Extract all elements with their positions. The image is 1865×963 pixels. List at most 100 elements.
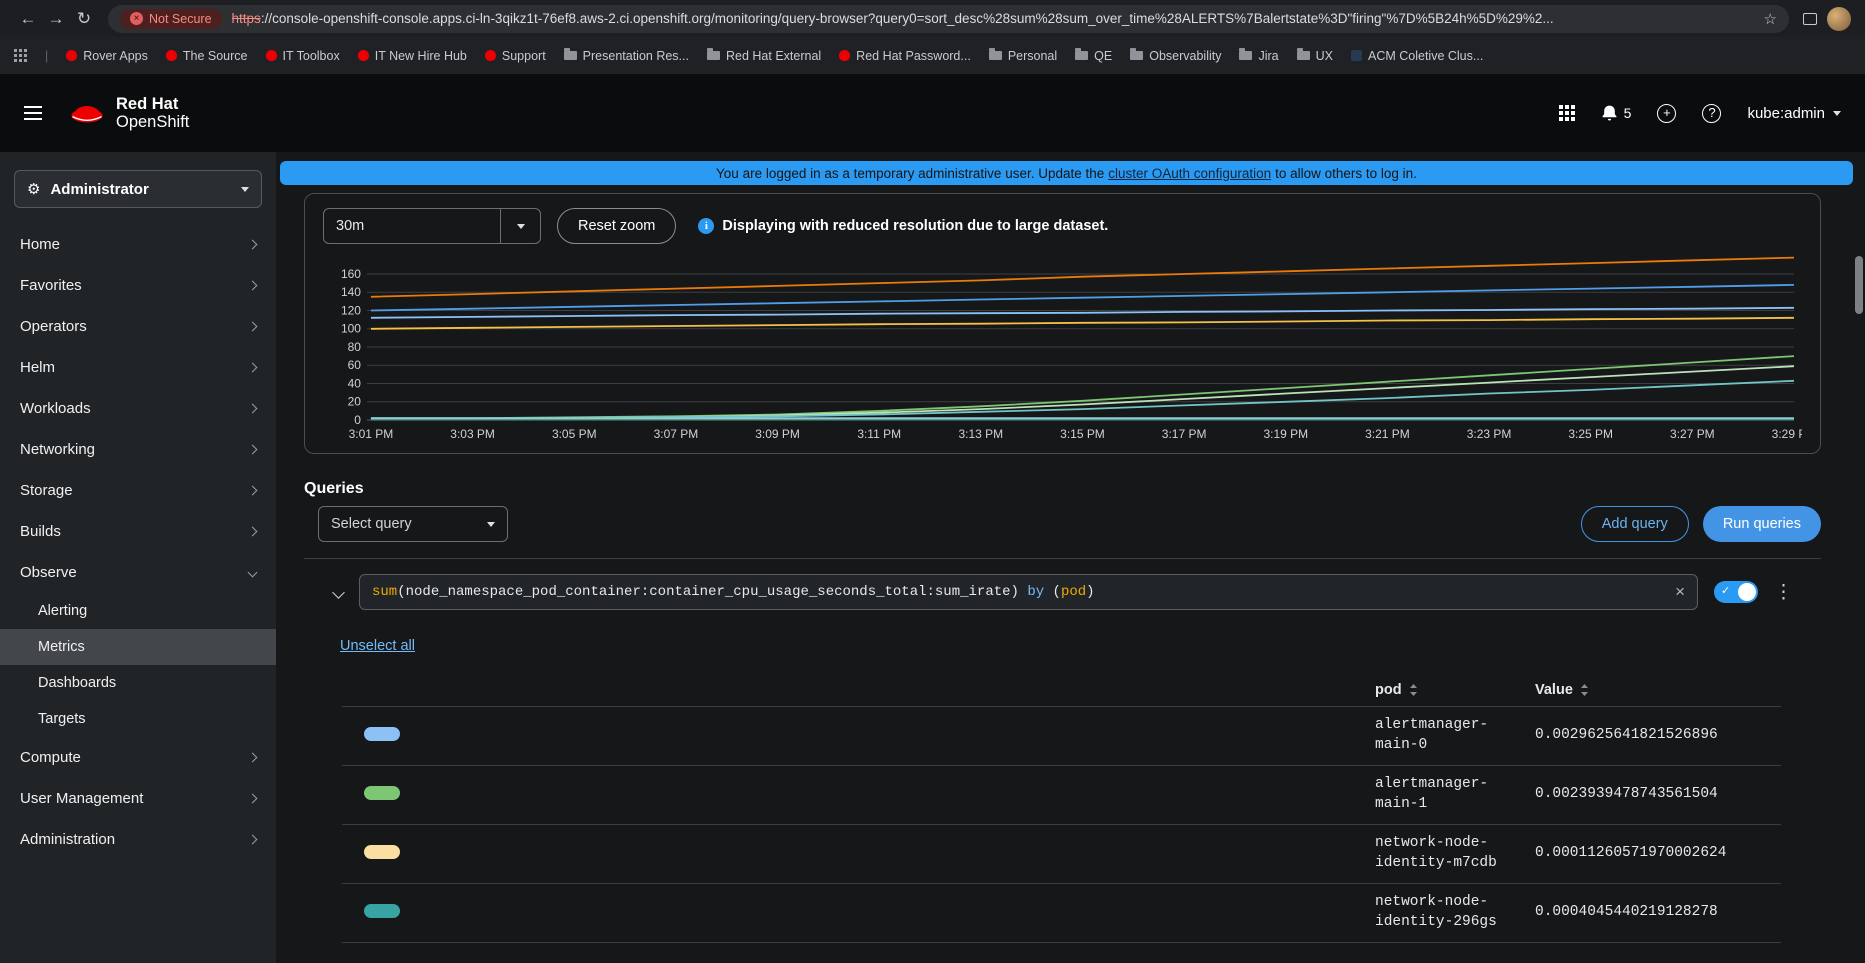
resolution-notice: Displaying with reduced resolution due t… — [722, 218, 1108, 234]
not-secure-badge[interactable]: × Not Secure — [120, 9, 222, 29]
gear-icon: ⚙ — [27, 180, 40, 198]
sort-icon — [1580, 684, 1589, 696]
sidebar-item-user-management[interactable]: User Management — [0, 778, 276, 819]
sidebar-item-favorites[interactable]: Favorites — [0, 265, 276, 306]
table-row[interactable]: network-node-identity-m7cdb 0.0001126057… — [342, 825, 1781, 884]
bookmark-item[interactable]: Observability — [1130, 49, 1221, 63]
sidebar-item-storage[interactable]: Storage — [0, 470, 276, 511]
add-query-button[interactable]: Add query — [1581, 506, 1689, 542]
apps-grid-icon[interactable] — [14, 49, 27, 62]
value-column-header[interactable]: Value — [1535, 682, 1781, 698]
series-swatch — [364, 786, 400, 800]
bookmark-item[interactable]: Rover Apps — [66, 49, 148, 63]
table-row[interactable]: alertmanager-main-0 0.002962564182152689… — [342, 707, 1781, 766]
caret-down-icon — [517, 224, 525, 229]
metrics-line-chart[interactable]: 0204060801001201401603:01 PM3:03 PM3:05 … — [323, 252, 1802, 449]
bookmark-item[interactable]: QE — [1075, 49, 1112, 63]
sidebar-nav: ⚙ Administrator Home Favorites Operators… — [0, 152, 276, 963]
perspective-switcher[interactable]: ⚙ Administrator — [14, 170, 262, 208]
chevron-right-icon — [248, 363, 258, 373]
bookmark-item[interactable]: ACM Coletive Clus... — [1351, 49, 1483, 63]
sidebar-item-administration[interactable]: Administration — [0, 819, 276, 860]
bookmarks-divider: | — [45, 49, 48, 63]
redhat-favicon-icon — [66, 50, 77, 61]
sidebar-item-helm[interactable]: Helm — [0, 347, 276, 388]
sidebar-item-workloads[interactable]: Workloads — [0, 388, 276, 429]
sidebar-item-home[interactable]: Home — [0, 224, 276, 265]
svg-text:3:07 PM: 3:07 PM — [654, 427, 699, 441]
back-icon[interactable]: ← — [14, 9, 42, 29]
timespan-caret-button[interactable] — [501, 208, 541, 244]
bookmark-item[interactable]: IT New Hire Hub — [358, 49, 467, 63]
bookmark-item[interactable]: Red Hat Password... — [839, 49, 971, 63]
sidebar-item-targets[interactable]: Targets — [0, 701, 276, 737]
unselect-all-link[interactable]: Unselect all — [340, 638, 415, 654]
notifications-button[interactable]: 5 — [1601, 104, 1632, 122]
caret-down-icon — [241, 187, 249, 192]
oauth-config-link[interactable]: cluster OAuth configuration — [1108, 166, 1271, 181]
chevron-right-icon — [248, 835, 258, 845]
timespan-select[interactable]: 30m — [323, 208, 501, 244]
svg-text:3:23 PM: 3:23 PM — [1467, 427, 1512, 441]
bookmark-item[interactable]: Support — [485, 49, 546, 63]
sidebar-item-compute[interactable]: Compute — [0, 737, 276, 778]
reset-zoom-button[interactable]: Reset zoom — [557, 208, 676, 244]
table-row[interactable]: network-node-identity-296gs 0.0004045440… — [342, 884, 1781, 943]
nav-toggle-icon[interactable] — [24, 106, 42, 120]
run-queries-button[interactable]: Run queries — [1703, 506, 1821, 542]
page-scrollbar[interactable] — [1855, 74, 1863, 963]
bookmark-item[interactable]: Personal — [989, 49, 1057, 63]
chevron-down-icon — [248, 568, 258, 578]
bookmark-item[interactable]: The Source — [166, 49, 248, 63]
svg-text:40: 40 — [348, 376, 362, 390]
bookmark-item[interactable]: Red Hat External — [707, 49, 821, 63]
bookmark-item[interactable]: IT Toolbox — [266, 49, 340, 63]
sidebar-item-dashboards[interactable]: Dashboards — [0, 665, 276, 701]
scrollbar-thumb[interactable] — [1855, 256, 1863, 314]
forward-icon[interactable]: → — [42, 9, 70, 29]
query-enabled-toggle[interactable]: ✓ — [1714, 581, 1758, 603]
svg-text:120: 120 — [341, 303, 361, 317]
help-icon[interactable]: ? — [1702, 104, 1721, 123]
select-query-dropdown[interactable]: Select query — [318, 506, 508, 542]
bookmark-item[interactable]: Jira — [1239, 49, 1278, 63]
query-expand-toggle[interactable] — [332, 586, 345, 599]
app-launcher-icon[interactable] — [1559, 105, 1575, 121]
url-bar[interactable]: × Not Secure https://console-openshift-c… — [108, 5, 1789, 33]
series-swatch — [364, 727, 400, 741]
metrics-table: pod Value alertmanager-main-0 0.00296256… — [342, 673, 1781, 963]
folder-icon — [707, 51, 720, 60]
sidebar-item-observe[interactable]: Observe — [0, 552, 276, 593]
table-row[interactable]: network-node- 0.0004411958728464218 — [342, 943, 1781, 963]
user-menu[interactable]: kube:admin — [1747, 105, 1841, 122]
clear-query-icon[interactable]: × — [1665, 582, 1685, 602]
redhat-favicon-icon — [166, 50, 177, 61]
svg-text:3:15 PM: 3:15 PM — [1060, 427, 1105, 441]
svg-text:160: 160 — [341, 267, 361, 281]
query-kebab-menu[interactable]: ⋮ — [1774, 581, 1793, 604]
import-yaml-icon[interactable]: + — [1657, 104, 1676, 123]
sidebar-item-alerting[interactable]: Alerting — [0, 593, 276, 629]
query-expression-input[interactable]: sum(node_namespace_pod_container:contain… — [359, 574, 1698, 610]
svg-text:3:13 PM: 3:13 PM — [959, 427, 1004, 441]
folder-icon — [989, 51, 1002, 60]
browser-panel-icon[interactable] — [1803, 13, 1817, 25]
svg-text:60: 60 — [348, 358, 362, 372]
sidebar-item-metrics[interactable]: Metrics — [0, 629, 276, 665]
table-row[interactable]: alertmanager-main-1 0.002393947874356150… — [342, 766, 1781, 825]
svg-text:3:03 PM: 3:03 PM — [450, 427, 495, 441]
pod-column-header[interactable]: pod — [1375, 682, 1535, 698]
brand-logo: Red HatOpenShift — [68, 95, 189, 132]
bookmark-star-icon[interactable]: ☆ — [1764, 10, 1777, 28]
query-expression-text: sum(node_namespace_pod_container:contain… — [372, 584, 1095, 600]
reload-icon[interactable]: ↻ — [70, 9, 98, 29]
bookmark-item[interactable]: Presentation Res... — [564, 49, 689, 63]
sidebar-item-builds[interactable]: Builds — [0, 511, 276, 552]
caret-down-icon — [487, 522, 495, 527]
sidebar-item-networking[interactable]: Networking — [0, 429, 276, 470]
svg-text:3:11 PM: 3:11 PM — [857, 427, 901, 441]
sidebar-item-operators[interactable]: Operators — [0, 306, 276, 347]
bookmark-item[interactable]: UX — [1297, 49, 1333, 63]
chevron-right-icon — [248, 404, 258, 414]
browser-profile-avatar[interactable] — [1827, 7, 1851, 31]
